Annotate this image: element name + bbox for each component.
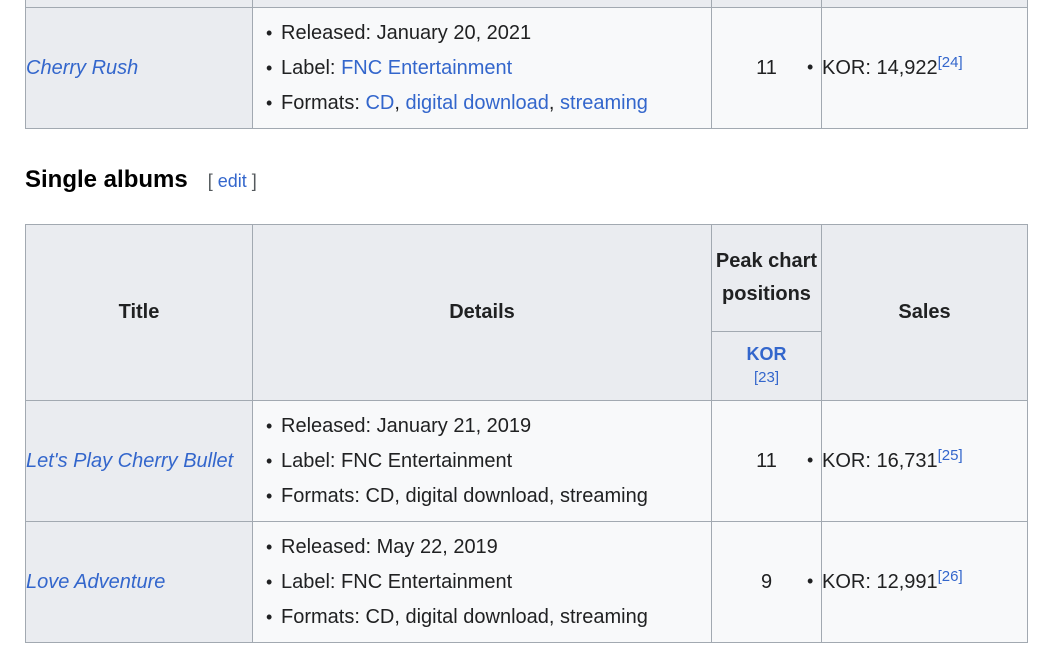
sales-item: KOR: 12,991[26] [822, 568, 963, 593]
formats-item: Formats: CD, digital download, streaming [266, 479, 711, 514]
sales-value: KOR: 16,731 [822, 449, 938, 472]
sales-cell: KOR: 16,731[25] [821, 400, 1028, 522]
separator: , [394, 91, 406, 114]
ep-table: Cherry Rush Released: January 20, 2021 L… [25, 0, 1028, 129]
table-row: Let's Play Cherry Bullet Released: Janua… [25, 400, 1028, 522]
label-item: Label: FNC Entertainment [266, 565, 711, 600]
formats-item: Formats: CD, digital download, streaming [266, 600, 711, 635]
header-sales: Sales [821, 224, 1028, 401]
table-row: Cherry Rush Released: January 20, 2021 L… [25, 7, 1028, 129]
separator: , [548, 91, 561, 114]
header-kor: KOR [23] [711, 331, 822, 401]
edit-section: [ edit ] [208, 171, 257, 192]
cd-link[interactable]: CD [365, 92, 394, 114]
citation-link[interactable]: [25] [938, 447, 963, 464]
release-date: Released: May 22, 2019 [266, 530, 711, 565]
peak-position: 11 [711, 400, 822, 522]
title-cell: Cherry Rush [25, 7, 253, 129]
section-title: Single albums [25, 166, 188, 193]
formats-item: Formats: CD, digital download, streaming [266, 86, 711, 121]
sales-cell: KOR: 12,991[26] [821, 521, 1028, 643]
table-header-row-clipped [25, 0, 1028, 8]
title-cell: Love Adventure [25, 521, 253, 643]
table-header-row: Title Details Peak chart positions Sales [25, 224, 1028, 401]
citation-link[interactable]: [24] [938, 54, 963, 71]
sales-value: KOR: 14,922 [822, 56, 938, 79]
details-cell: Released: January 20, 2021 Label: FNC En… [252, 7, 712, 129]
sales-item: KOR: 16,731[25] [822, 447, 963, 472]
label-item: Label: FNC Entertainment [266, 444, 711, 479]
details-cell: Released: May 22, 2019 Label: FNC Entert… [252, 521, 712, 643]
release-date: Released: January 21, 2019 [266, 409, 711, 444]
digital-download-link[interactable]: digital download [405, 92, 548, 114]
details-list: Released: January 21, 2019 Label: FNC En… [253, 409, 711, 514]
formats-prefix: Formats: [281, 91, 366, 114]
release-date: Released: January 20, 2021 [266, 16, 711, 51]
sales-cell: KOR: 14,922[24] [821, 7, 1028, 129]
peak-position: 11 [711, 7, 822, 129]
peak-position: 9 [711, 521, 822, 643]
album-title-link[interactable]: Let's Play Cherry Bullet [26, 450, 233, 472]
kor-citation-link[interactable]: [23] [712, 366, 821, 390]
single-albums-table: Title Details Peak chart positions Sales… [25, 224, 1028, 643]
citation-link[interactable]: [26] [938, 568, 963, 585]
header-details: Details [252, 224, 712, 401]
streaming-link[interactable]: streaming [560, 92, 648, 114]
label-link[interactable]: FNC Entertainment [341, 57, 512, 79]
sales-item: KOR: 14,922[24] [822, 54, 963, 79]
details-list: Released: January 20, 2021 Label: FNC En… [253, 16, 711, 121]
header-peak-chart-positions: Peak chart positions [711, 224, 822, 332]
album-title-link[interactable]: Cherry Rush [26, 57, 138, 79]
sales-value: KOR: 12,991 [822, 570, 938, 593]
edit-bracket-close: ] [246, 171, 257, 191]
edit-link[interactable]: edit [218, 171, 247, 191]
edit-bracket-open: [ [207, 171, 218, 191]
album-title-link[interactable]: Love Adventure [26, 571, 165, 593]
table-row: Love Adventure Released: May 22, 2019 La… [25, 521, 1028, 643]
title-cell: Let's Play Cherry Bullet [25, 400, 253, 522]
details-list: Released: May 22, 2019 Label: FNC Entert… [253, 530, 711, 635]
label-prefix: Label: [281, 56, 342, 79]
kor-chart-link[interactable]: KOR [712, 342, 821, 366]
label-item: Label: FNC Entertainment [266, 51, 711, 86]
details-cell: Released: January 21, 2019 Label: FNC En… [252, 400, 712, 522]
header-title: Title [25, 224, 253, 401]
section-heading: Single albums [ edit ] [25, 166, 257, 194]
